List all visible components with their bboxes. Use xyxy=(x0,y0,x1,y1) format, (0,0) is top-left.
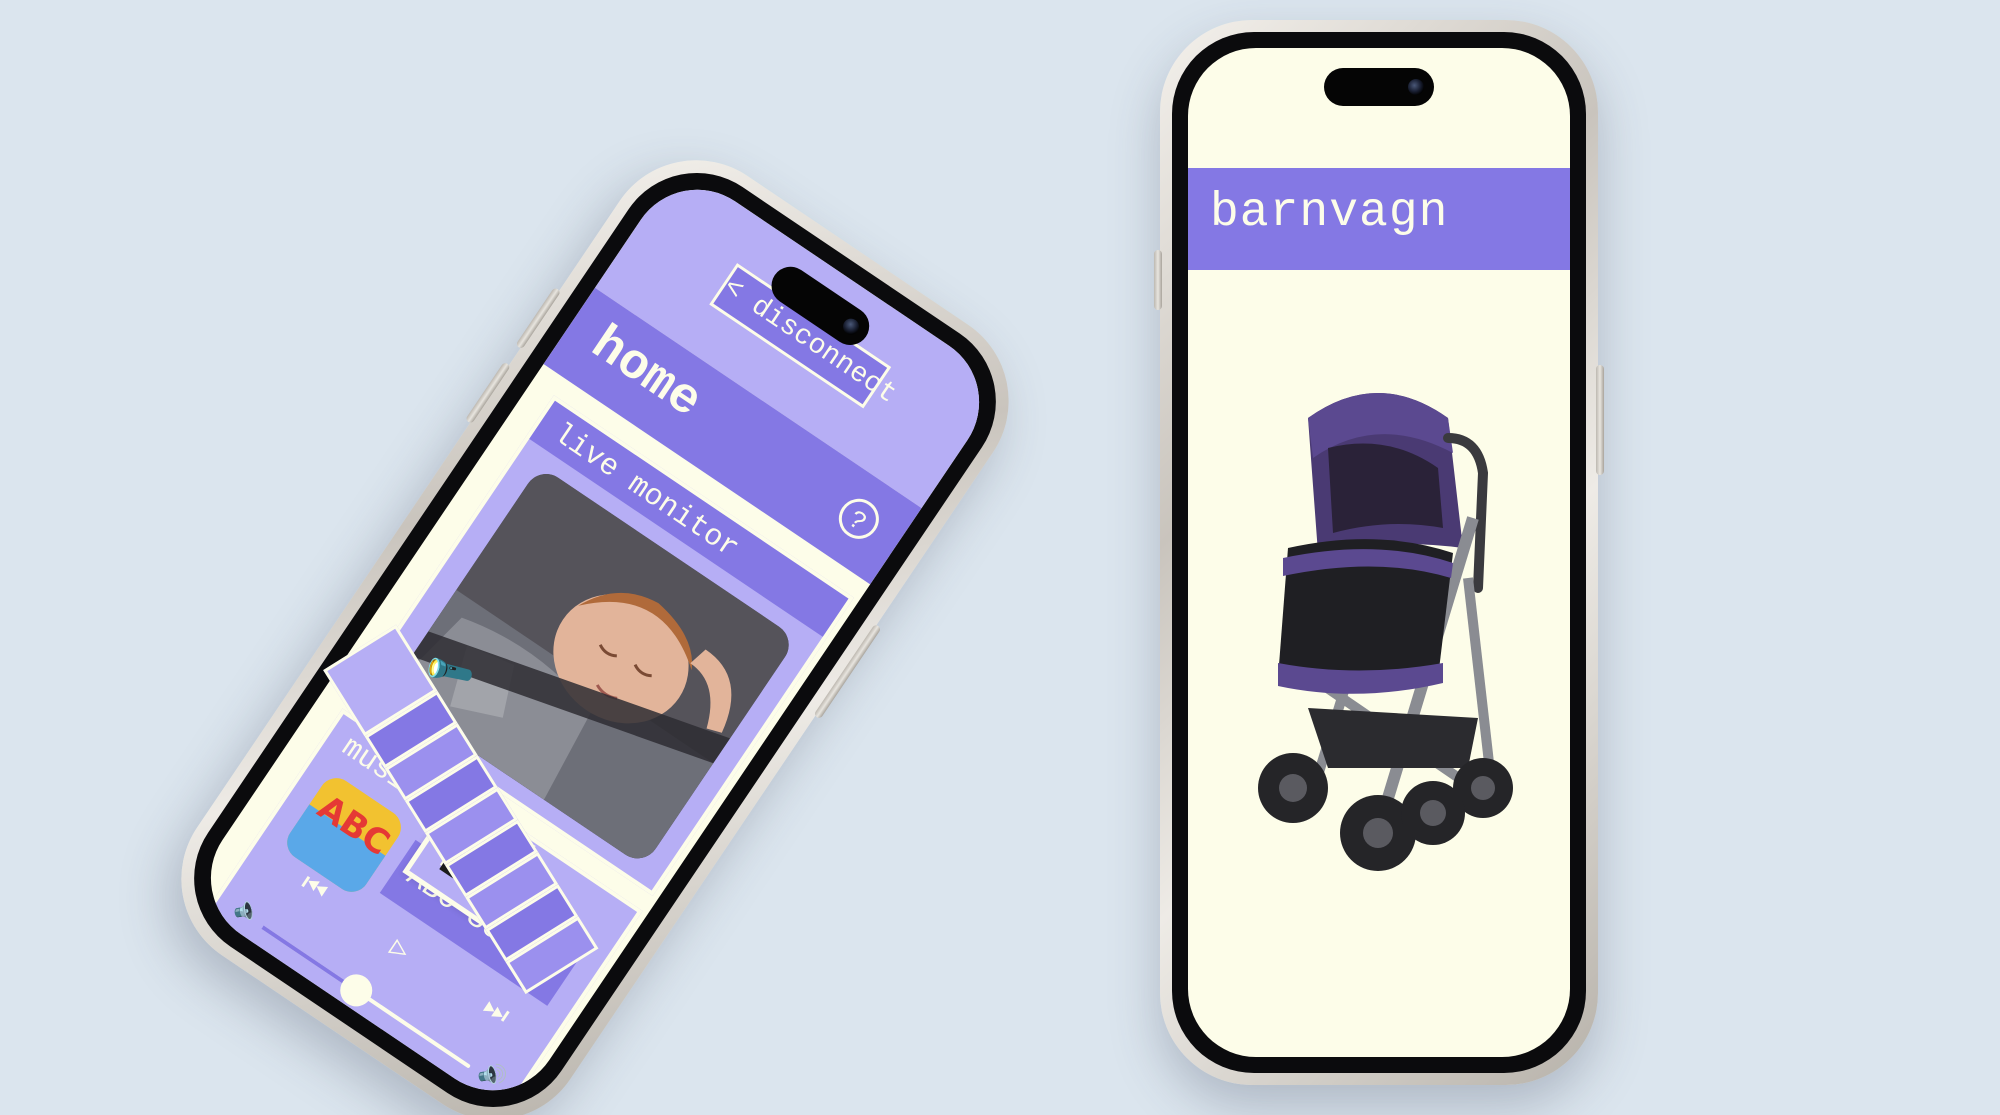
dynamic-island xyxy=(1324,68,1434,106)
phone-bezel: < disconnect home ? live monitor music A… xyxy=(162,141,1028,1115)
phone-bezel: barnvagn xyxy=(1172,32,1586,1073)
page-title: barnvagn xyxy=(1210,186,1449,240)
page-header: barnvagn xyxy=(1188,168,1570,270)
phone-left: < disconnect home ? live monitor music A… xyxy=(145,124,1045,1115)
volume-slider[interactable] xyxy=(261,925,471,1069)
volume-high-icon: 🔊 xyxy=(473,1058,511,1095)
volume-button xyxy=(1154,250,1162,310)
phone-screen: barnvagn xyxy=(1188,48,1570,1057)
volume-low-icon: 🔈 xyxy=(229,894,267,931)
phone-right: barnvagn xyxy=(1154,20,1604,1085)
next-icon[interactable]: ⏭ xyxy=(476,992,515,1033)
side-button xyxy=(1596,365,1604,475)
scene: barnvagn < disconnect home ? live monito… xyxy=(0,0,2000,1115)
help-icon[interactable]: ? xyxy=(831,491,887,547)
volume-slider-thumb[interactable] xyxy=(333,967,379,1013)
camera-icon xyxy=(1408,79,1424,95)
phone-screen: < disconnect home ? live monitor music A… xyxy=(184,163,1006,1115)
stroller-image xyxy=(1238,378,1568,898)
camera-icon xyxy=(839,315,863,338)
play-icon[interactable]: ▷ xyxy=(383,930,417,968)
